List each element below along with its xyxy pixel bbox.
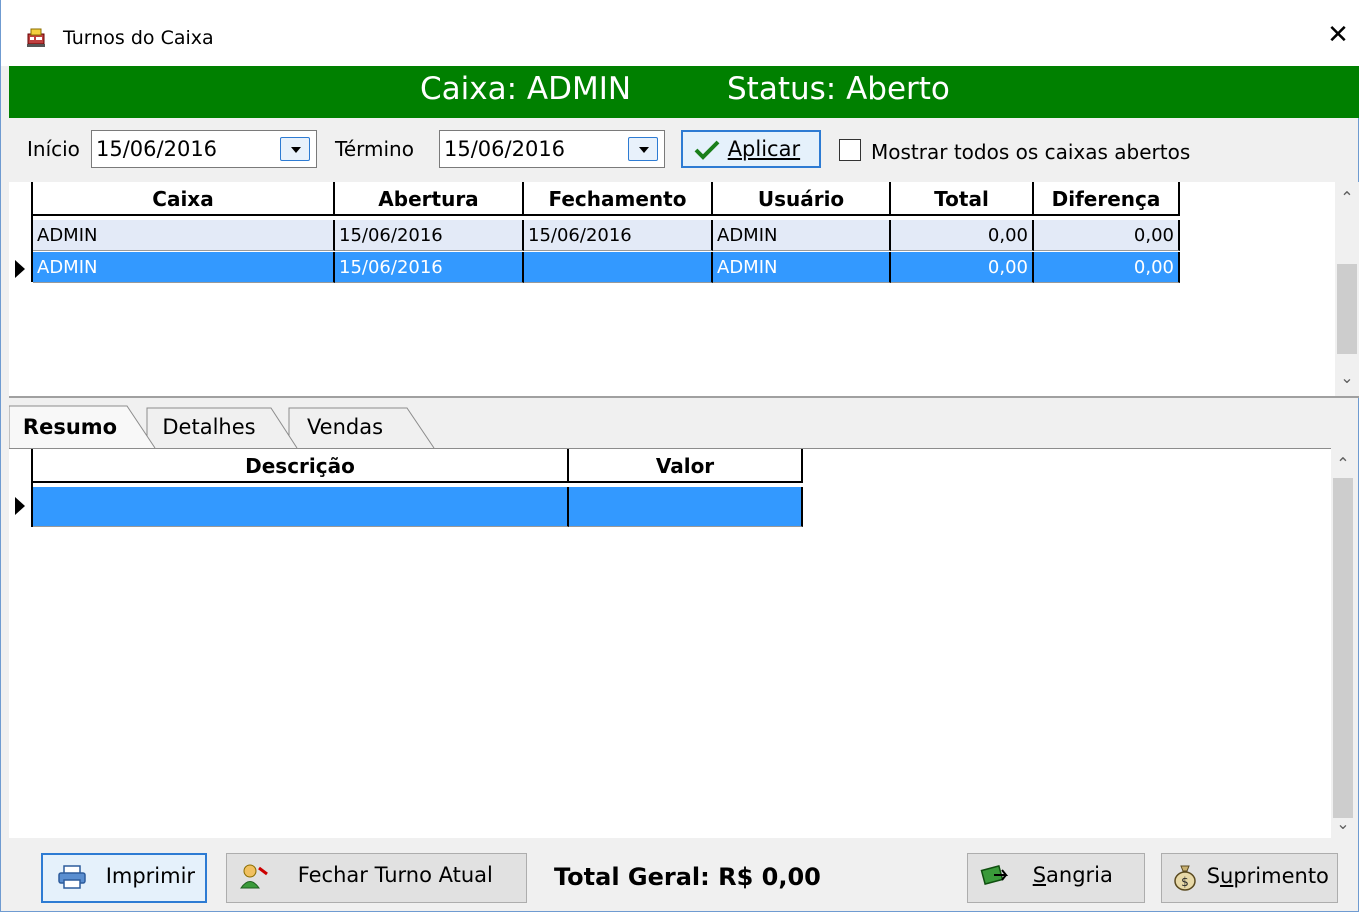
summary-grid[interactable]: Descrição Valor <box>9 448 1331 838</box>
banner-status: Status: Aberto <box>727 71 950 107</box>
cell-usuario[interactable]: ADMIN <box>713 220 891 251</box>
cell-total[interactable]: 0,00 <box>891 252 1034 283</box>
money-out-icon <box>980 864 1008 886</box>
termino-dropdown-button[interactable] <box>628 137 658 161</box>
summary-grid-scrollbar[interactable]: ⌃ ⌄ <box>1331 448 1355 838</box>
sangria-button[interactable]: Sangria <box>967 853 1145 903</box>
suprimento-label: primento <box>1233 864 1329 888</box>
cell-abertura[interactable]: 15/06/2016 <box>335 252 524 283</box>
cell-fechamento[interactable] <box>524 252 713 283</box>
show-all-checkbox[interactable] <box>839 139 861 161</box>
inicio-date-picker[interactable]: 15/06/2016 <box>91 130 317 168</box>
imprimir-label: Imprimir <box>105 864 196 888</box>
splitter[interactable] <box>9 396 1359 398</box>
scroll-up-icon[interactable]: ⌃ <box>1331 454 1355 476</box>
cell-fechamento[interactable]: 15/06/2016 <box>524 220 713 251</box>
termino-date-picker[interactable]: 15/06/2016 <box>439 130 665 168</box>
cell-abertura[interactable]: 15/06/2016 <box>335 220 524 251</box>
title-bar: Turnos do Caixa ✕ <box>1 0 1359 66</box>
col-header-usuario[interactable]: Usuário <box>713 182 891 216</box>
tab-strip: Resumo Detalhes Vendas <box>9 402 1359 448</box>
turnos-caixa-window: Turnos do Caixa ✕ Caixa: ADMIN Status: A… <box>0 0 1359 912</box>
suprimento-mnemonic: u <box>1220 864 1234 888</box>
suprimento-button[interactable]: $ Suprimento <box>1161 853 1338 903</box>
status-banner: Caixa: ADMIN Status: Aberto <box>9 66 1359 118</box>
current-row-pointer-icon <box>15 260 25 278</box>
total-geral: Total Geral: R$ 0,00 <box>554 863 821 891</box>
tab-detalhes[interactable]: Detalhes <box>153 402 265 448</box>
col-header-caixa[interactable]: Caixa <box>33 182 335 216</box>
imprimir-button[interactable]: Imprimir <box>41 853 207 903</box>
svg-text:$: $ <box>1181 875 1189 889</box>
termino-date-value: 15/06/2016 <box>444 137 566 161</box>
scroll-down-icon[interactable]: ⌄ <box>1331 814 1355 836</box>
tab-vendas[interactable]: Vendas <box>293 402 397 448</box>
row-indicator-column <box>9 449 33 527</box>
current-row-pointer-icon <box>15 497 25 515</box>
suprimento-prefix: S <box>1206 864 1221 888</box>
cell-diferenca[interactable]: 0,00 <box>1034 220 1180 251</box>
inicio-date-value: 15/06/2016 <box>96 137 218 161</box>
cash-register-icon <box>27 28 45 47</box>
cell-caixa[interactable]: ADMIN <box>33 252 335 283</box>
aplicar-button[interactable]: Aplicar <box>681 130 821 168</box>
money-bag-icon: $ <box>1174 865 1196 891</box>
scroll-down-icon[interactable]: ⌄ <box>1335 368 1359 390</box>
tab-resumo[interactable]: Resumo <box>15 402 125 448</box>
fechar-turno-button[interactable]: Fechar Turno Atual <box>226 853 527 903</box>
shifts-grid[interactable]: Caixa Abertura Fechamento Usuário Total … <box>9 182 1335 396</box>
cell-caixa[interactable]: ADMIN <box>33 220 335 251</box>
scroll-thumb[interactable] <box>1337 264 1357 354</box>
col-header-total[interactable]: Total <box>891 182 1034 216</box>
col-header-diferenca[interactable]: Diferença <box>1034 182 1180 216</box>
termino-label: Término <box>335 137 414 161</box>
cell-total[interactable]: 0,00 <box>891 220 1034 251</box>
show-all-label: Mostrar todos os caixas abertos <box>871 140 1191 164</box>
cell-valor[interactable] <box>569 487 803 527</box>
banner-caixa: Caixa: ADMIN <box>420 71 632 107</box>
scroll-thumb[interactable] <box>1333 478 1353 818</box>
user-close-icon <box>240 864 268 889</box>
shifts-grid-scrollbar[interactable]: ⌃ ⌄ <box>1335 182 1359 396</box>
col-header-abertura[interactable]: Abertura <box>335 182 524 216</box>
window-title: Turnos do Caixa <box>63 27 214 49</box>
cell-usuario[interactable]: ADMIN <box>713 252 891 283</box>
printer-icon <box>58 865 86 889</box>
col-header-fechamento[interactable]: Fechamento <box>524 182 713 216</box>
aplicar-label: Aplicar <box>727 137 801 161</box>
close-icon[interactable]: ✕ <box>1325 22 1351 48</box>
sangria-label: angria <box>1046 863 1113 887</box>
col-header-valor[interactable]: Valor <box>569 449 803 483</box>
cell-diferenca[interactable]: 0,00 <box>1034 252 1180 283</box>
cell-descricao[interactable] <box>33 487 569 527</box>
inicio-dropdown-button[interactable] <box>280 137 310 161</box>
fechar-turno-label: Fechar Turno Atual <box>297 863 493 887</box>
checkmark-icon <box>694 140 720 160</box>
sangria-mnemonic: S <box>1032 863 1047 887</box>
scroll-up-icon[interactable]: ⌃ <box>1335 188 1359 210</box>
inicio-label: Início <box>27 137 80 161</box>
col-header-descricao[interactable]: Descrição <box>33 449 569 483</box>
